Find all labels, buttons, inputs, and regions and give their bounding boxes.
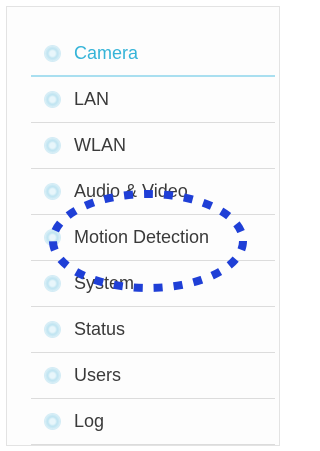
sidebar-item-log[interactable]: Log xyxy=(31,399,275,445)
settings-sidebar: Camera LAN WLAN Audio & Video Motion Det… xyxy=(6,6,280,446)
sidebar-item-status[interactable]: Status xyxy=(31,307,275,353)
sidebar-item-label: Users xyxy=(74,365,122,385)
sidebar-item-system[interactable]: System xyxy=(31,261,275,307)
menu-bullet-icon xyxy=(45,184,60,199)
menu-bullet-icon xyxy=(45,138,60,153)
settings-menu: Camera LAN WLAN Audio & Video Motion Det… xyxy=(31,31,275,445)
sidebar-item-label: WLAN xyxy=(74,135,127,155)
menu-bullet-icon xyxy=(45,276,60,291)
sidebar-item-label: Camera xyxy=(74,42,139,63)
sidebar-item-camera[interactable]: Camera xyxy=(31,31,275,77)
sidebar-item-label: Log xyxy=(74,411,105,431)
sidebar-item-lan[interactable]: LAN xyxy=(31,77,275,123)
sidebar-item-motion-detection[interactable]: Motion Detection xyxy=(31,215,275,261)
menu-bullet-icon xyxy=(45,230,60,245)
menu-bullet-icon xyxy=(45,414,60,429)
menu-bullet-icon xyxy=(45,368,60,383)
sidebar-item-users[interactable]: Users xyxy=(31,353,275,399)
sidebar-item-label: LAN xyxy=(74,89,110,109)
menu-bullet-icon xyxy=(45,45,60,61)
sidebar-item-label: System xyxy=(74,273,135,293)
sidebar-item-label: Audio & Video xyxy=(74,181,188,201)
menu-bullet-icon xyxy=(45,92,60,107)
sidebar-item-wlan[interactable]: WLAN xyxy=(31,123,275,169)
sidebar-item-label: Motion Detection xyxy=(74,227,210,247)
sidebar-item-audio-video[interactable]: Audio & Video xyxy=(31,169,275,215)
menu-bullet-icon xyxy=(45,322,60,337)
sidebar-item-label: Status xyxy=(74,319,126,339)
